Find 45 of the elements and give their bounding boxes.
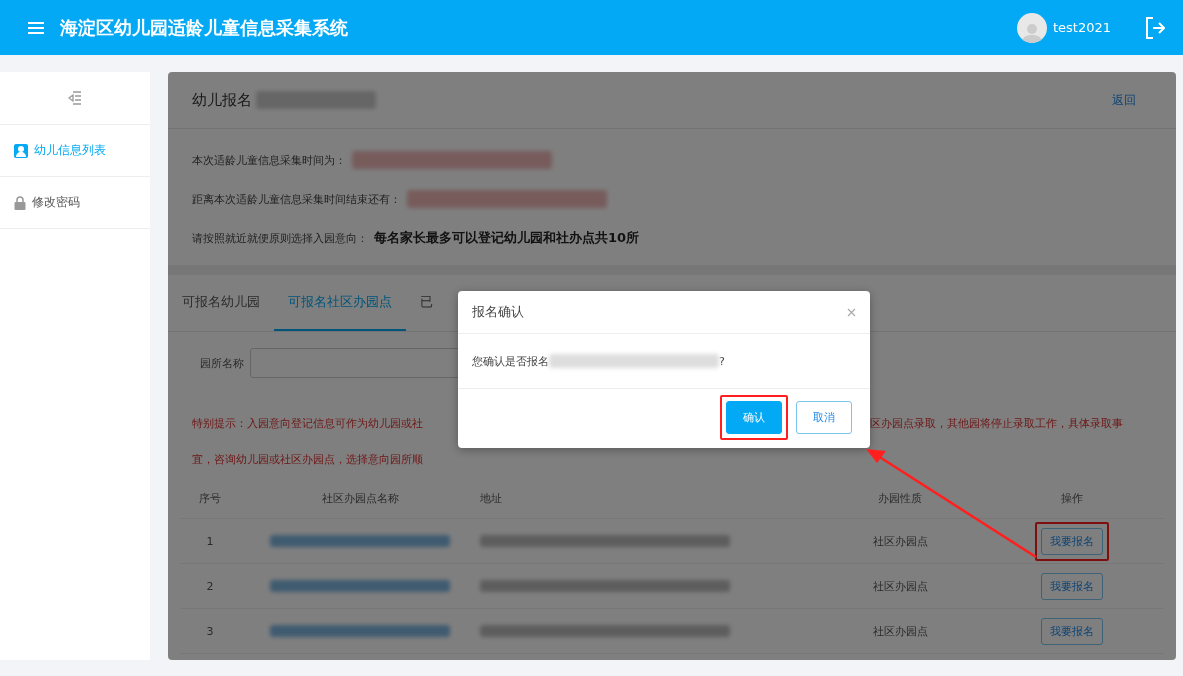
register-button[interactable]: 我要报名 xyxy=(1041,617,1103,645)
info-label: 请按照就近就便原则选择入园意向： xyxy=(192,230,368,246)
user-icon xyxy=(14,143,28,158)
notice-text: 区办园点录取，其他园将停止录取工作，具体录取事 xyxy=(870,416,1124,432)
column-header: 办园性质 xyxy=(878,490,922,506)
info-label: 距离本次适龄儿童信息采集时间结束还有： xyxy=(192,191,401,207)
back-link[interactable]: 返回 xyxy=(1112,91,1136,109)
username: test2021 xyxy=(1052,20,1111,35)
table-cell: 1 xyxy=(206,534,214,548)
register-button[interactable]: 我要报名 xyxy=(1041,527,1103,555)
dialog-title: 报名确认 xyxy=(472,303,524,321)
app-title: 海淀区幼儿园适龄儿童信息采集系统 xyxy=(60,15,349,40)
register-button[interactable]: 我要报名 xyxy=(1041,572,1103,600)
info-emphasis: 每名家长最多可以登记幼儿园和社办点共10所 xyxy=(374,229,640,247)
close-icon[interactable] xyxy=(847,307,856,317)
tab[interactable]: 已 xyxy=(406,275,447,331)
avatar-icon[interactable] xyxy=(1016,12,1047,43)
cancel-button[interactable]: 取消 xyxy=(796,401,852,434)
sidebar-item-label: 修改密码 xyxy=(32,194,80,211)
confirm-button[interactable]: 确认 xyxy=(726,401,782,434)
notice-text: 特别提示：入园意向登记信息可作为幼儿园或社 xyxy=(192,416,424,432)
table-cell: 3 xyxy=(206,624,214,638)
sidebar-item-label: 幼儿信息列表 xyxy=(34,142,106,159)
page-title: 幼儿报名 xyxy=(192,90,252,110)
collapse-icon[interactable] xyxy=(68,90,82,106)
menu-icon[interactable] xyxy=(28,21,44,34)
table-cell: 社区办园点 xyxy=(872,623,928,639)
column-header: 社区办园点名称 xyxy=(321,490,399,506)
notice-text: 宜，咨询幼儿园或社区办园点，选择意向园所顺 xyxy=(192,452,424,468)
lock-icon xyxy=(14,195,26,210)
sidebar-item[interactable]: 幼儿信息列表 xyxy=(0,125,150,177)
table-cell: 2 xyxy=(206,579,214,593)
sidebar-item[interactable]: 修改密码 xyxy=(0,177,150,229)
dialog-message-end: ? xyxy=(719,354,725,368)
column-header: 地址 xyxy=(480,490,502,506)
table-cell: 社区办园点 xyxy=(872,533,928,549)
tab[interactable]: 可报名社区办园点 xyxy=(274,275,406,331)
info-label: 本次适龄儿童信息采集时间为： xyxy=(192,152,346,168)
tab[interactable]: 可报名幼儿园 xyxy=(168,275,274,331)
table-cell: 社区办园点 xyxy=(872,578,928,594)
search-label: 园所名称 xyxy=(200,355,244,371)
column-header: 操作 xyxy=(1061,490,1083,506)
logout-icon[interactable] xyxy=(1145,16,1165,39)
dialog-message: 您确认是否报名 xyxy=(472,353,549,369)
column-header: 序号 xyxy=(199,490,221,506)
